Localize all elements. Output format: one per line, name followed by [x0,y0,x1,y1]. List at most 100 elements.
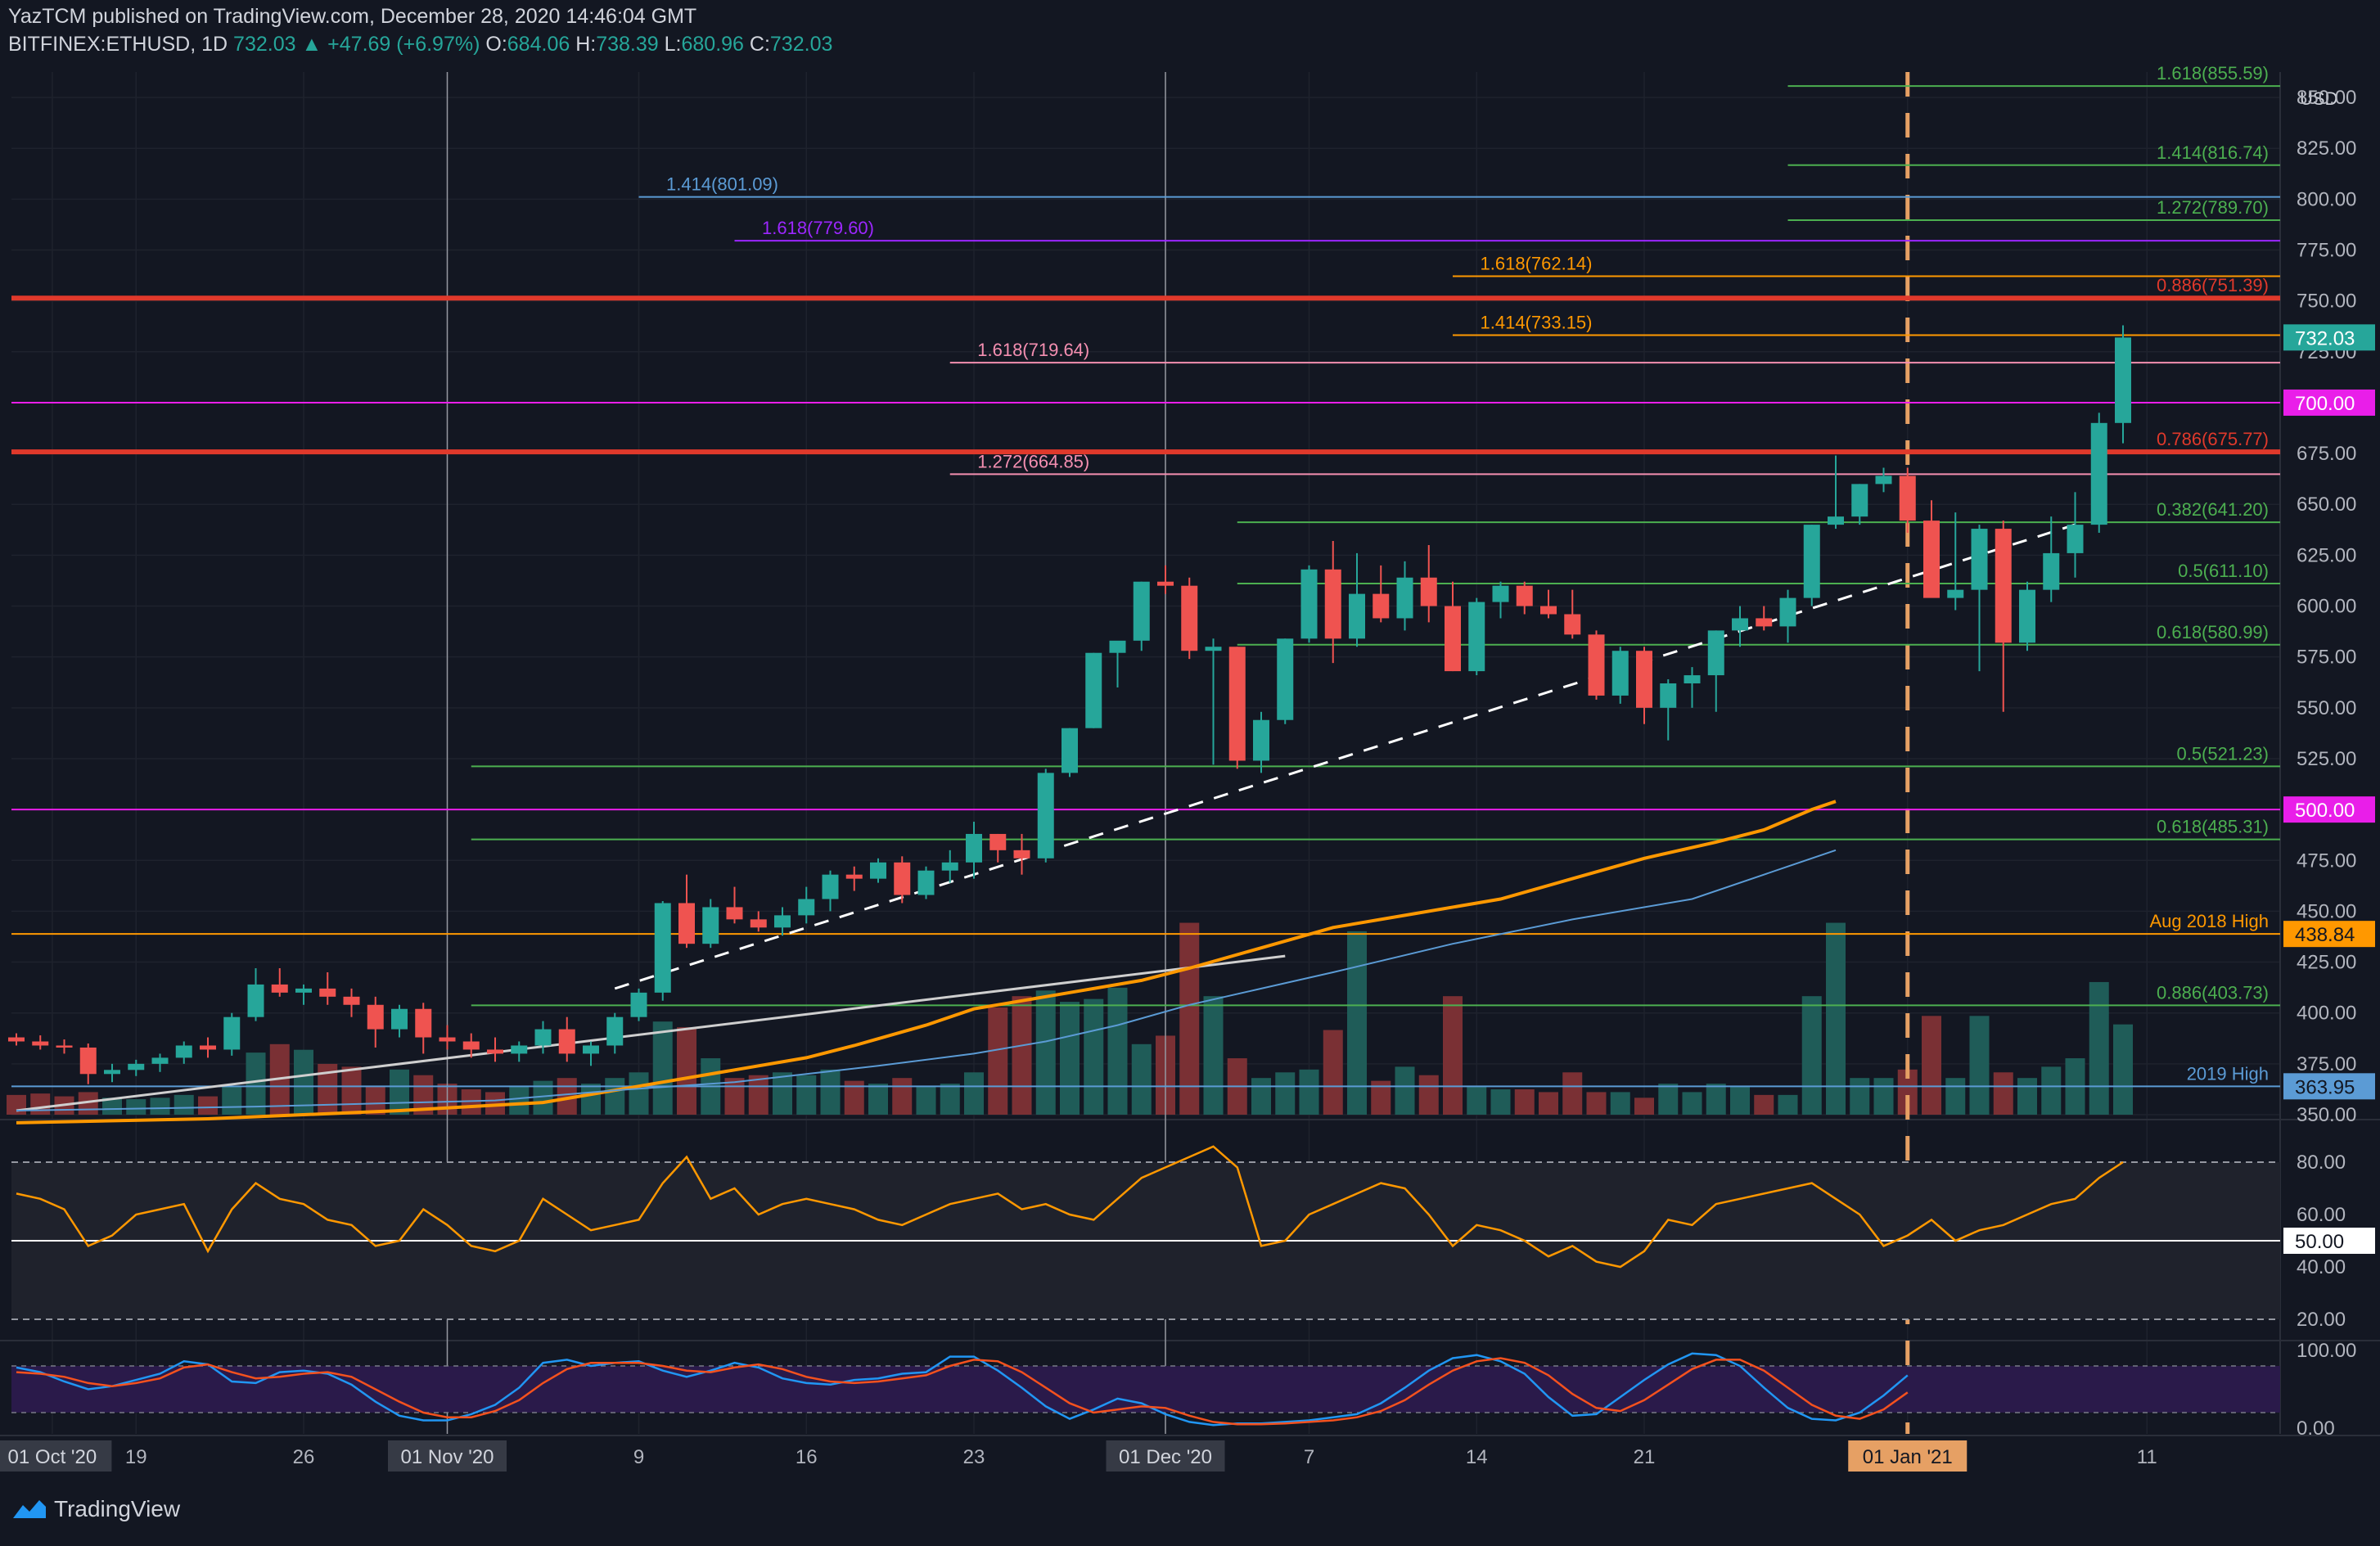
volume-bar [1539,1092,1558,1115]
candle-up [175,1045,192,1058]
volume-bar [150,1098,170,1115]
candle-up [654,903,671,993]
candle-down [319,988,336,997]
volume-bar [1490,1089,1511,1115]
candle-up [2043,552,2060,590]
level-label: 0.886(751.39) [2157,275,2269,295]
volume-bar [1945,1078,1966,1115]
time-tick-label: 23 [963,1446,985,1468]
candle-down [1588,634,1605,696]
level-label: 1.618(719.64) [977,340,1089,360]
volume-bar [174,1094,194,1115]
price-tick-label: 775.00 [2297,240,2356,262]
price-tick-label: 650.00 [2297,494,2356,516]
candle-up [534,1029,552,1046]
time-tick-label: 26 [293,1446,315,1468]
volume-bar [246,1052,266,1115]
volume-bar [222,1086,242,1115]
level-label: 0.382(641.20) [2157,499,2269,520]
candle-down [1564,614,1581,635]
volume-bar [1610,1092,1630,1115]
volume-bar [629,1072,649,1115]
candle-down [1445,606,1461,672]
candle-down [200,1045,216,1050]
candle-up [2067,525,2084,553]
rsi-pane: 80.00 60.00 40.00 20.00 50.00 [11,1145,2375,1331]
volume-bar [30,1093,51,1115]
time-tick-label: 21 [1634,1446,1656,1468]
candle-down [367,1004,384,1030]
volume-bar [868,1084,888,1115]
volume-bar [1418,1075,1439,1115]
candle-down [1756,618,1773,627]
volume-bar [1347,931,1367,1115]
rsi-tick-label: 80.00 [2297,1152,2346,1174]
price-tick-label: 575.00 [2297,647,2356,669]
time-tick-label: 01 Nov '20 [401,1446,494,1468]
volume-bar [1993,1072,2013,1115]
candle-down [1995,529,2012,643]
candle-up [104,1070,120,1075]
volume-bar [1251,1078,1271,1115]
price-tick-label: 550.00 [2297,697,2356,719]
candle-up [1277,638,1294,720]
volume-bar [724,1078,745,1115]
candle-up [223,1016,241,1050]
candle-up [1684,675,1701,683]
price-tag-label: 363.95 [2295,1076,2355,1098]
candle-up [1133,581,1150,641]
volume-bar [1035,990,1056,1115]
candle-up [2115,337,2131,423]
volume-bar [1203,996,1224,1115]
candle-down [750,919,767,928]
candle-up [1085,652,1102,728]
candle-up [151,1057,169,1064]
time-tick-label: 19 [125,1446,147,1468]
candle-up [798,899,815,916]
time-tick-label: 9 [633,1446,644,1468]
time-tick-label: 7 [1304,1446,1314,1468]
volume-bar [1850,1078,1870,1115]
tradingview-logo[interactable]: TradingView [11,1496,180,1522]
volume-bar [1873,1078,1894,1115]
price-tag-label: 700.00 [2295,393,2355,415]
close-label: C: [749,33,770,56]
price-tag-label: 438.84 [2295,924,2355,946]
volume-bar [652,1021,673,1115]
candle-up [2019,589,2035,643]
candle-up [1349,593,1365,639]
price-chart[interactable]: 1.618(855.59) 1.414(816.74) 1.414(801.09) 1… [0,0,2380,1542]
volume-bar [1084,998,1104,1115]
candle-up [1971,529,1988,590]
time-tick-label: 16 [796,1446,818,1468]
price-tag-label: 732.03 [2295,327,2355,349]
price-tick-label: 750.00 [2297,291,2356,313]
candle-down [1899,476,1916,521]
price-tick-label: 625.00 [2297,544,2356,566]
time-tick-label: 11 [2137,1446,2157,1468]
volume-bar [1801,996,1822,1115]
rsi-tick-label: 40.00 [2297,1256,2346,1278]
candle-up [1660,683,1677,708]
candle-down [32,1041,49,1046]
candle-down [79,1047,97,1075]
candle-up [511,1045,528,1054]
volume-bar [1778,1094,1798,1115]
candle-down [558,1029,575,1054]
tradingview-logo-icon [13,1500,46,1518]
volume-bar [1658,1084,1679,1115]
candle-up [1732,618,1748,631]
candle-down [1181,585,1198,651]
open-value: 684.06 [507,33,570,56]
chart-container[interactable]: 1.618(855.59) 1.414(816.74) 1.414(801.09) 1… [0,0,2380,1542]
volume-bar [2017,1078,2037,1115]
volume-bar [7,1094,26,1115]
candle-down [678,903,695,944]
volume-bar [773,1072,792,1115]
level-label: Aug 2018 High [2149,911,2269,931]
volume-bar [126,1099,146,1115]
volume-bar [341,1066,362,1115]
candle-down [462,1041,480,1050]
volume-bar [916,1086,936,1115]
time-tick-label: 01 Jan '21 [1863,1446,1953,1468]
